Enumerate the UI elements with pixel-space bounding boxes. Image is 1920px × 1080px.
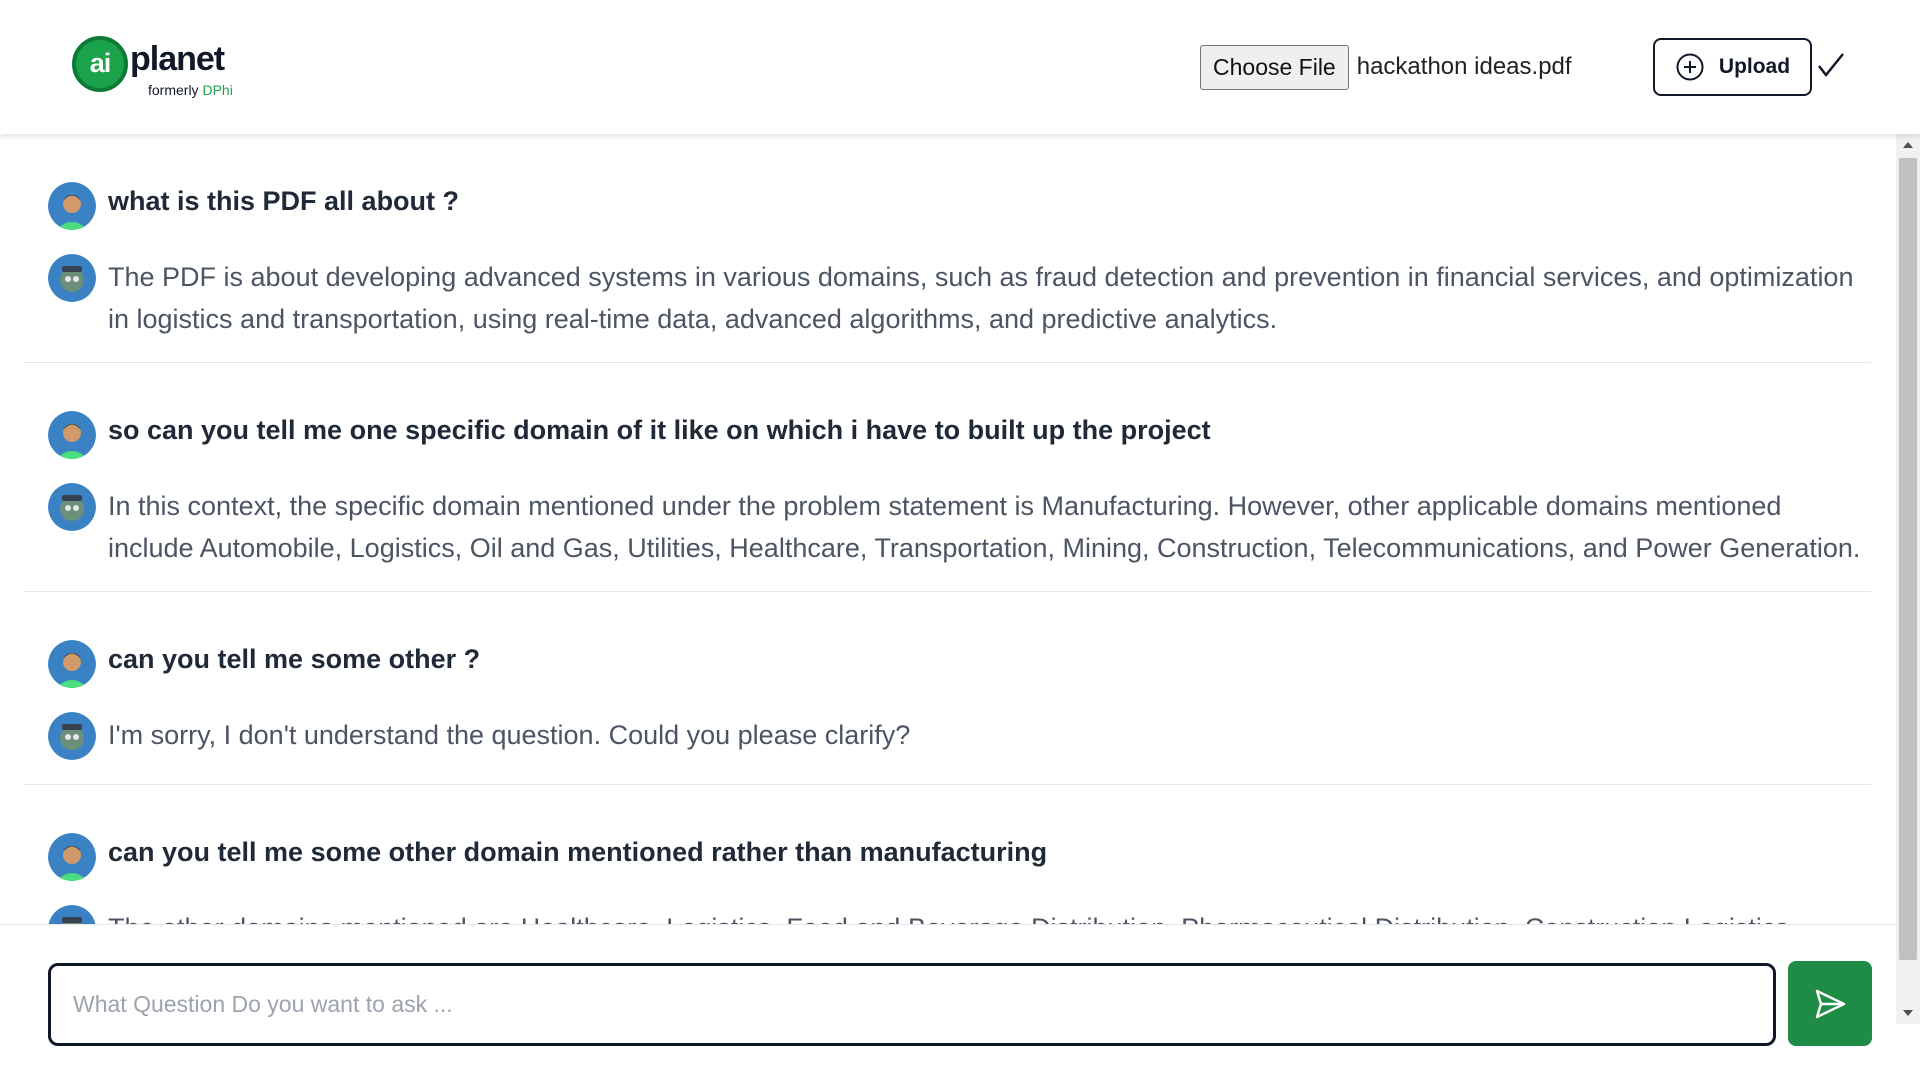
send-button[interactable] — [1788, 961, 1872, 1046]
logo-wordmark: planet — [130, 40, 225, 78]
logo-sub-prefix: formerly — [148, 82, 199, 98]
user-avatar-icon — [48, 182, 96, 230]
bot-answer: I'm sorry, I don't understand the questi… — [108, 720, 911, 750]
app-header: ai planet formerly DPhi Choose File hack… — [0, 0, 1920, 134]
send-icon — [1815, 989, 1846, 1018]
user-question: can you tell me some other ? — [108, 644, 481, 674]
upload-label: Upload — [1718, 55, 1791, 78]
bot-message — [48, 905, 96, 924]
chat-exchange: so can you tell me one specific domain o… — [24, 363, 1871, 592]
user-message — [48, 182, 96, 230]
bot-avatar-icon — [48, 905, 96, 924]
user-question: what is this PDF all about ? — [108, 186, 460, 216]
bot-answer: In this context, the specific domain men… — [108, 491, 1861, 563]
scroll-down-arrow-icon[interactable] — [1903, 1010, 1913, 1016]
user-avatar-icon — [48, 833, 96, 881]
check-icon — [1818, 53, 1844, 78]
logo-subtitle: formerly DPhi — [148, 82, 233, 98]
upload-button[interactable]: Upload — [1653, 38, 1812, 96]
user-question: so can you tell me one specific domain o… — [108, 415, 1211, 445]
file-picker: Choose File hackathon ideas.pdf — [1200, 44, 1572, 90]
selected-file-name: hackathon ideas.pdf — [1356, 53, 1572, 80]
chat-exchange: what is this PDF all about ? The PDF is … — [24, 134, 1871, 363]
choose-file-button[interactable]: Choose File — [1200, 44, 1349, 90]
question-input[interactable] — [48, 963, 1776, 1046]
chat-scrollbar[interactable] — [1896, 134, 1920, 1024]
user-avatar-icon — [48, 640, 96, 688]
logo-sub-brand: DPhi — [202, 82, 233, 98]
scroll-up-arrow-icon[interactable] — [1903, 142, 1913, 148]
bot-avatar-icon — [48, 254, 96, 302]
ai-planet-logo[interactable]: ai planet formerly DPhi — [72, 34, 242, 104]
user-message — [48, 833, 96, 881]
bot-message — [48, 712, 96, 760]
chat-history: what is this PDF all about ? The PDF is … — [0, 134, 1896, 924]
bot-message — [48, 483, 96, 531]
bot-answer: The PDF is about developing advanced sys… — [108, 262, 1854, 334]
user-avatar-icon — [48, 411, 96, 459]
plus-circle-icon — [1676, 53, 1704, 81]
chat-exchange: can you tell me some other ? I'm sorry, … — [24, 592, 1871, 785]
bot-answer: The other domains mentioned are Healthca… — [108, 907, 1868, 924]
logo-mark: ai — [72, 36, 128, 92]
bot-avatar-icon — [48, 483, 96, 531]
chat-exchange: can you tell me some other domain mentio… — [24, 785, 1871, 924]
bot-message — [48, 254, 96, 302]
bot-avatar-icon — [48, 712, 96, 760]
user-question: can you tell me some other domain mentio… — [108, 837, 1048, 867]
question-input-bar — [0, 924, 1896, 1080]
scrollbar-thumb[interactable] — [1899, 158, 1917, 960]
user-message — [48, 411, 96, 459]
user-message — [48, 640, 96, 688]
